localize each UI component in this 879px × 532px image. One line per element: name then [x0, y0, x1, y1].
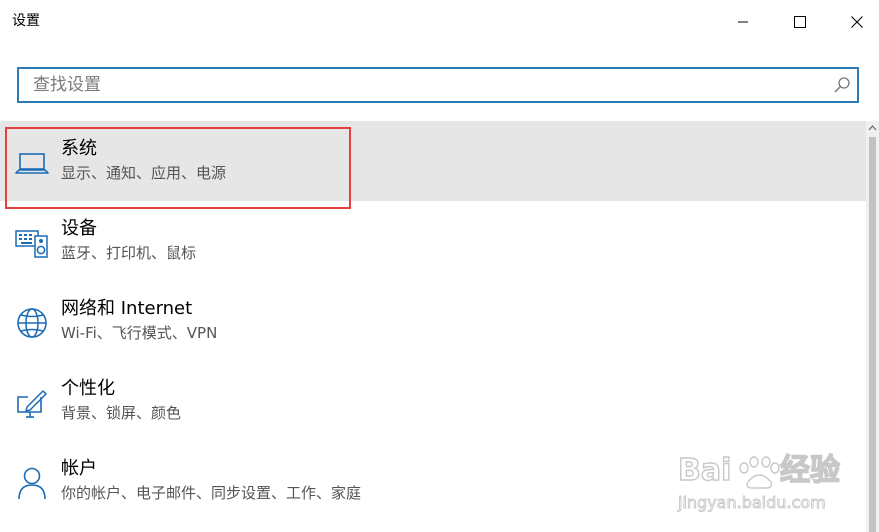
- maximize-icon: [794, 16, 806, 28]
- watermark-url: jingyan.baidu.com: [677, 493, 826, 512]
- svg-text:Bai: Bai: [678, 453, 731, 488]
- category-description: 你的帐户、电子邮件、同步设置、工作、家庭: [61, 484, 362, 502]
- laptop-icon: [14, 145, 50, 181]
- category-label: 设备: [61, 218, 97, 239]
- category-system[interactable]: 系统 显示、通知、应用、电源: [0, 121, 866, 201]
- category-description: Wi-Fi、飞行模式、VPN: [61, 324, 218, 342]
- maximize-button[interactable]: [772, 0, 828, 44]
- minimize-button[interactable]: [715, 0, 771, 44]
- watermark: Bai 经验 jingyan.baidu.com: [676, 446, 872, 518]
- window-title: 设置: [12, 13, 40, 29]
- svg-text:经验: 经验: [780, 453, 840, 488]
- category-network-internet[interactable]: 网络和 Internet Wi-Fi、飞行模式、VPN: [0, 281, 866, 361]
- category-label: 系统: [61, 138, 97, 159]
- category-label: 个性化: [61, 378, 115, 399]
- category-description: 背景、锁屏、颜色: [61, 404, 182, 422]
- category-personalization[interactable]: 个性化 背景、锁屏、颜色: [0, 361, 866, 441]
- category-description: 蓝牙、打印机、鼠标: [61, 244, 197, 262]
- category-label: 帐户: [61, 458, 97, 479]
- globe-icon: [14, 305, 50, 341]
- title-bar: 设置: [0, 0, 879, 44]
- close-button[interactable]: [829, 0, 879, 44]
- search-icon[interactable]: [833, 76, 851, 94]
- search-input[interactable]: [19, 69, 819, 101]
- devices-icon: [14, 225, 50, 261]
- baidu-jingyan-logo: Bai 经验 jingyan.baidu.com: [677, 452, 841, 512]
- personalization-icon: [14, 385, 50, 421]
- minimize-icon: [738, 21, 748, 23]
- category-devices[interactable]: 设备 蓝牙、打印机、鼠标: [0, 201, 866, 281]
- search-box[interactable]: [17, 67, 859, 103]
- close-icon: [851, 16, 863, 28]
- category-label: 网络和 Internet: [61, 298, 193, 319]
- scroll-up-arrow-icon[interactable]: [866, 121, 879, 135]
- person-icon: [14, 465, 50, 501]
- category-description: 显示、通知、应用、电源: [61, 164, 227, 182]
